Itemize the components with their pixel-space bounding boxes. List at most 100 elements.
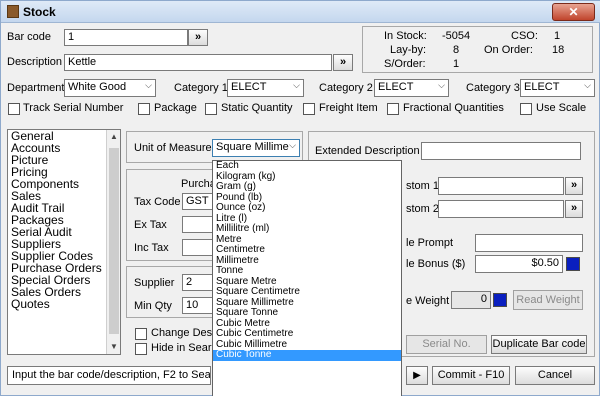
track-serial-label: Track Serial Number — [23, 102, 124, 114]
fractional-quantities-checkbox[interactable] — [387, 103, 399, 115]
sale-bonus-color-swatch[interactable] — [566, 257, 580, 271]
category3-label: Category 3 — [466, 82, 520, 94]
tax-code-input[interactable]: GST — [182, 193, 214, 210]
category2-label: Category 2 — [319, 82, 373, 94]
window-title: Stock — [23, 5, 56, 19]
sorder-value: 1 — [453, 58, 460, 70]
barcode-input[interactable]: 1 — [64, 29, 188, 46]
supplier-label: Supplier — [134, 277, 175, 289]
serial-number-button[interactable]: Serial No. — [406, 335, 487, 354]
layby-label: Lay-by: — [390, 44, 427, 56]
hide-in-search-label: Hide in Searc — [151, 342, 218, 354]
uom-option[interactable]: Gram (g) — [213, 181, 401, 193]
description-input[interactable]: Kettle — [64, 54, 332, 71]
fractional-quantities-label: Fractional Quantities — [403, 102, 504, 114]
uom-option[interactable]: Each — [213, 160, 401, 172]
track-serial-checkbox[interactable] — [8, 103, 20, 115]
category1-value: ELECT — [231, 81, 267, 93]
static-quantity-label: Static Quantity — [221, 102, 293, 114]
sale-bonus-label: le Bonus ($) — [406, 258, 466, 270]
cancel-button[interactable]: Cancel — [515, 366, 595, 385]
description-lookup-button[interactable]: » — [333, 54, 353, 71]
sorder-label: S/Order: — [384, 58, 426, 70]
chevron-up-icon[interactable]: ▲ — [107, 130, 120, 144]
uom-label: Unit of Measure — [134, 142, 212, 154]
scrollbar-thumb[interactable] — [109, 148, 119, 334]
in-stock-label: In Stock: — [384, 30, 427, 42]
category3-value: ELECT — [524, 81, 560, 93]
department-label: Department — [7, 82, 65, 94]
package-checkbox[interactable] — [138, 103, 150, 115]
hide-in-search-checkbox[interactable] — [135, 343, 147, 355]
chevron-down-icon[interactable]: ▼ — [107, 340, 120, 354]
use-scale-label: Use Scale — [536, 102, 587, 114]
chevron-down-icon: ⌵ — [438, 80, 445, 90]
on-order-label: On Order: — [484, 44, 533, 56]
on-order-value: 18 — [552, 44, 565, 56]
chevron-down-icon: ⌵ — [293, 80, 300, 90]
category2-value: ELECT — [378, 81, 414, 93]
department-value: White Good — [68, 81, 127, 93]
uom-dropdown-list[interactable]: Each Kilogram (kg) Gram (g) Pound (lb) Ounce… — [212, 160, 402, 396]
category2-select[interactable]: ELECT ⌵ — [374, 79, 449, 97]
duplicate-barcode-button[interactable]: Duplicate Bar code — [491, 335, 587, 354]
category1-label: Category 1 — [174, 82, 228, 94]
section-item[interactable]: Quotes — [8, 298, 120, 310]
custom2-lookup-button[interactable]: » — [565, 200, 583, 218]
uom-option[interactable]: Square Tonne — [213, 307, 401, 319]
uom-select[interactable]: Square Millime ⌵ — [212, 139, 300, 157]
custom1-lookup-button[interactable]: » — [565, 177, 583, 195]
change-description-checkbox[interactable] — [135, 328, 147, 340]
uom-option[interactable]: Square Centimetre — [213, 286, 401, 298]
category3-select[interactable]: ELECT ⌵ — [520, 79, 595, 97]
category1-select[interactable]: ELECT ⌵ — [227, 79, 304, 97]
min-qty-label: Min Qty — [134, 300, 172, 312]
uom-option[interactable]: Cubic Centimetre — [213, 328, 401, 340]
layby-value: 8 — [453, 44, 460, 56]
freight-item-checkbox[interactable] — [303, 103, 315, 115]
min-qty-input[interactable]: 10 — [182, 297, 214, 314]
tax-code-label: Tax Code — [134, 196, 181, 208]
chevron-down-icon: ⌵ — [289, 140, 296, 150]
change-description-label: Change Desc — [151, 327, 218, 339]
uom-option[interactable]: Centimetre — [213, 244, 401, 256]
sale-prompt-label: le Prompt — [406, 237, 454, 249]
uom-option[interactable]: Tonne — [213, 265, 401, 277]
custom2-label: stom 2 — [406, 203, 440, 215]
weight-label: e Weight — [406, 295, 450, 307]
chevron-down-icon: ⌵ — [145, 80, 152, 90]
commit-button[interactable]: Commit - F10 — [432, 366, 510, 385]
play-button[interactable]: ▶ — [406, 366, 428, 385]
custom2-input[interactable] — [438, 200, 564, 218]
chevron-down-icon: ⌵ — [584, 80, 591, 90]
extended-description-input[interactable] — [421, 142, 581, 160]
custom1-input[interactable] — [438, 177, 564, 195]
read-weight-button[interactable]: Read Weight — [513, 290, 583, 310]
supplier-input[interactable]: 2 — [182, 274, 214, 291]
section-list-scrollbar[interactable]: ▲ ▼ — [106, 130, 120, 354]
static-quantity-checkbox[interactable] — [205, 103, 217, 115]
weight-input[interactable]: 0 — [451, 291, 491, 309]
cso-value: 1 — [554, 30, 561, 42]
description-label: Description — [7, 56, 63, 68]
uom-option[interactable]: Ounce (oz) — [213, 202, 401, 214]
close-button[interactable]: ✕ — [552, 3, 595, 21]
sale-prompt-input[interactable] — [475, 234, 583, 252]
sale-bonus-input[interactable]: $0.50 — [475, 255, 563, 273]
weight-color-swatch[interactable] — [493, 293, 507, 307]
barcode-lookup-button[interactable]: » — [188, 29, 208, 46]
uom-option[interactable]: Cubic Tonne — [213, 349, 401, 361]
use-scale-checkbox[interactable] — [520, 103, 532, 115]
section-list[interactable]: General Accounts Picture Pricing Components S… — [7, 129, 121, 355]
title-bar: Stock ✕ — [1, 1, 600, 23]
custom1-label: stom 1 — [406, 180, 440, 192]
ex-tax-label: Ex Tax — [134, 219, 167, 231]
inc-tax-input[interactable] — [182, 239, 214, 256]
barcode-label: Bar code — [7, 31, 52, 43]
package-label: Package — [154, 102, 197, 114]
uom-option[interactable]: Millilitre (ml) — [213, 223, 401, 235]
department-select[interactable]: White Good ⌵ — [64, 79, 156, 97]
in-stock-value: -5054 — [442, 30, 471, 42]
purchase-label: Purcha — [181, 178, 216, 190]
ex-tax-input[interactable] — [182, 216, 214, 233]
